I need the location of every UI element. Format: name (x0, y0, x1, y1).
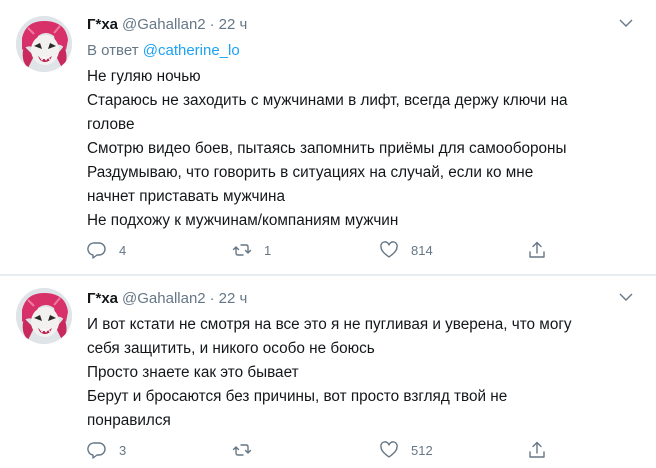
share-icon (529, 241, 545, 258)
share-button[interactable] (527, 438, 547, 462)
reply-icon (87, 242, 106, 259)
tweet-line: понравился (87, 412, 171, 429)
share-icon (529, 441, 545, 458)
tweet-actions: 3 512 (87, 438, 547, 462)
reply-count: 4 (119, 242, 127, 258)
reply-icon (87, 442, 106, 459)
separator: · (209, 289, 215, 307)
like-count: 814 (411, 242, 433, 258)
reply-button[interactable]: 4 (87, 238, 126, 262)
display-name[interactable]: Г*ха (87, 16, 118, 33)
retweet-icon (232, 244, 252, 256)
share-button[interactable] (527, 238, 547, 262)
tweet-content: Г*ха @Gahallan2 · 22 ч В ответ @catherin… (87, 13, 638, 233)
reply-button[interactable]: 3 (87, 438, 126, 462)
tweet-line: Стараюсь не заходить с мужчинами в лифт,… (87, 92, 568, 109)
tweet-header: Г*ха @Gahallan2 · 22 ч (87, 287, 638, 309)
avatar[interactable] (16, 16, 72, 72)
tweet-line: голове (87, 116, 135, 133)
tweet-text: И вот кстати не смотря на все это я не п… (87, 313, 638, 433)
tweet-header: Г*ха @Gahallan2 · 22 ч (87, 13, 638, 35)
like-button[interactable]: 814 (379, 238, 433, 262)
tweet-line: Раздумываю, что говорить в ситуациях на … (87, 164, 534, 181)
tweet[interactable]: Г*ха @Gahallan2 · 22 ч В ответ @catherin… (0, 0, 656, 274)
tweet[interactable]: Г*ха @Gahallan2 · 22 ч И вот кстати не с… (0, 276, 656, 468)
chevron-down-icon[interactable] (618, 289, 634, 305)
tweet-actions: 4 1 814 (87, 238, 547, 262)
tweet-text: Не гуляю ночью Стараюсь не заходить с му… (87, 65, 638, 233)
timestamp[interactable]: 22 ч (219, 290, 248, 307)
tweet-line: Не гуляю ночью (87, 68, 201, 85)
tweet-content: Г*ха @Gahallan2 · 22 ч И вот кстати не с… (87, 287, 638, 433)
tweet-line: Просто знаете как это бывает (87, 364, 299, 381)
retweet-count: 1 (264, 242, 272, 258)
tweet-line: Берут и бросаются без причины, вот прост… (87, 388, 508, 405)
like-button[interactable]: 512 (379, 438, 433, 462)
like-count: 512 (411, 442, 433, 458)
retweet-button[interactable]: 1 (232, 238, 271, 262)
tweet-line: начнет приставать мужчина (87, 188, 286, 205)
tweet-line: Не подхожу к мужчинам/компаниям мужчин (87, 212, 399, 229)
user-handle[interactable]: @Gahallan2 (122, 16, 206, 33)
reply-prefix: В ответ (87, 42, 139, 59)
heart-icon (380, 241, 398, 258)
chevron-down-icon[interactable] (618, 15, 634, 31)
tweet-line: Смотрю видео боев, пытаясь запомнить при… (87, 140, 567, 157)
retweet-button[interactable] (232, 438, 264, 462)
timestamp[interactable]: 22 ч (219, 16, 248, 33)
separator: · (209, 15, 215, 33)
display-name[interactable]: Г*ха (87, 290, 118, 307)
reply-count: 3 (119, 442, 127, 458)
heart-icon (380, 441, 398, 458)
user-handle[interactable]: @Gahallan2 (122, 290, 206, 307)
reply-context: В ответ @catherine_lo (87, 41, 638, 61)
retweet-icon (232, 444, 252, 456)
tweet-line: И вот кстати не смотря на все это я не п… (87, 316, 572, 333)
avatar[interactable] (16, 288, 72, 344)
reply-to-link[interactable]: @catherine_lo (143, 42, 240, 59)
tweet-line: себя защитить, и никого особо не боюсь (87, 340, 375, 357)
